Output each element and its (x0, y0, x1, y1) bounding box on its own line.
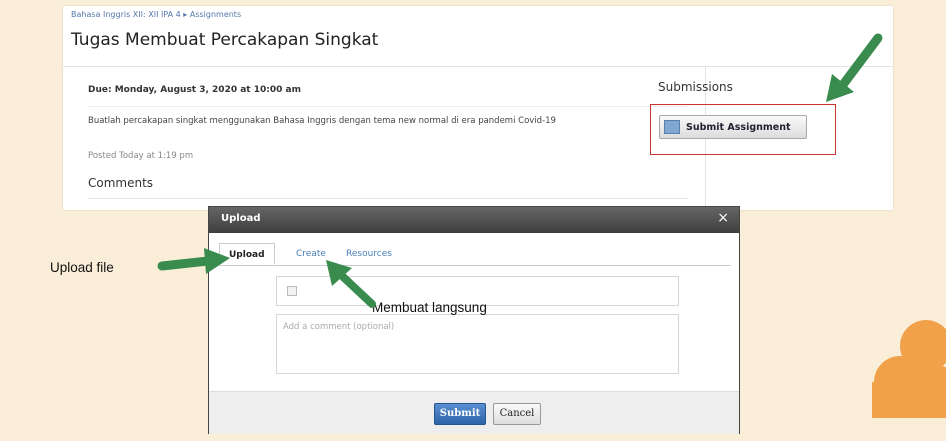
submissions-heading: Submissions (658, 80, 733, 94)
arrow-icon (157, 248, 230, 274)
page-title: Tugas Membuat Percakapan Singkat (71, 30, 379, 50)
arrow-icon (826, 33, 883, 102)
due-date: Due: Monday, August 3, 2020 at 10:00 am (88, 85, 301, 95)
annotation-upload-file: Upload file (50, 260, 114, 275)
arrow-icon (326, 260, 376, 308)
close-icon[interactable]: × (717, 210, 729, 226)
submit-button[interactable]: Submit (434, 403, 486, 425)
dialog-header: Upload × (209, 207, 739, 233)
posted-timestamp: Posted Today at 1:19 pm (88, 151, 194, 161)
divider (63, 66, 893, 67)
divider (88, 198, 688, 199)
assignment-description: Buatlah percakapan singkat menggunakan B… (88, 116, 556, 126)
doc-icon (664, 120, 680, 134)
divider (88, 106, 688, 107)
checkbox-icon[interactable] (287, 286, 297, 296)
cancel-button[interactable]: Cancel (493, 403, 541, 425)
cloud-icon (872, 320, 946, 418)
comment-input[interactable]: Add a comment (optional) (276, 314, 679, 374)
annotation-membuat-langsung: Membuat langsung (372, 300, 487, 315)
tab-bar: Upload Create Resources (219, 243, 731, 266)
top-strip (0, 0, 946, 4)
comments-heading: Comments (88, 176, 154, 190)
dialog-title: Upload (221, 213, 261, 224)
submit-assignment-button[interactable]: Submit Assignment (659, 115, 807, 139)
breadcrumb[interactable]: Bahasa Inggris XII: XII IPA 4 ▸ Assignme… (71, 10, 241, 19)
submit-assignment-label: Submit Assignment (686, 121, 791, 133)
dialog-footer: Submit Cancel (209, 391, 739, 434)
